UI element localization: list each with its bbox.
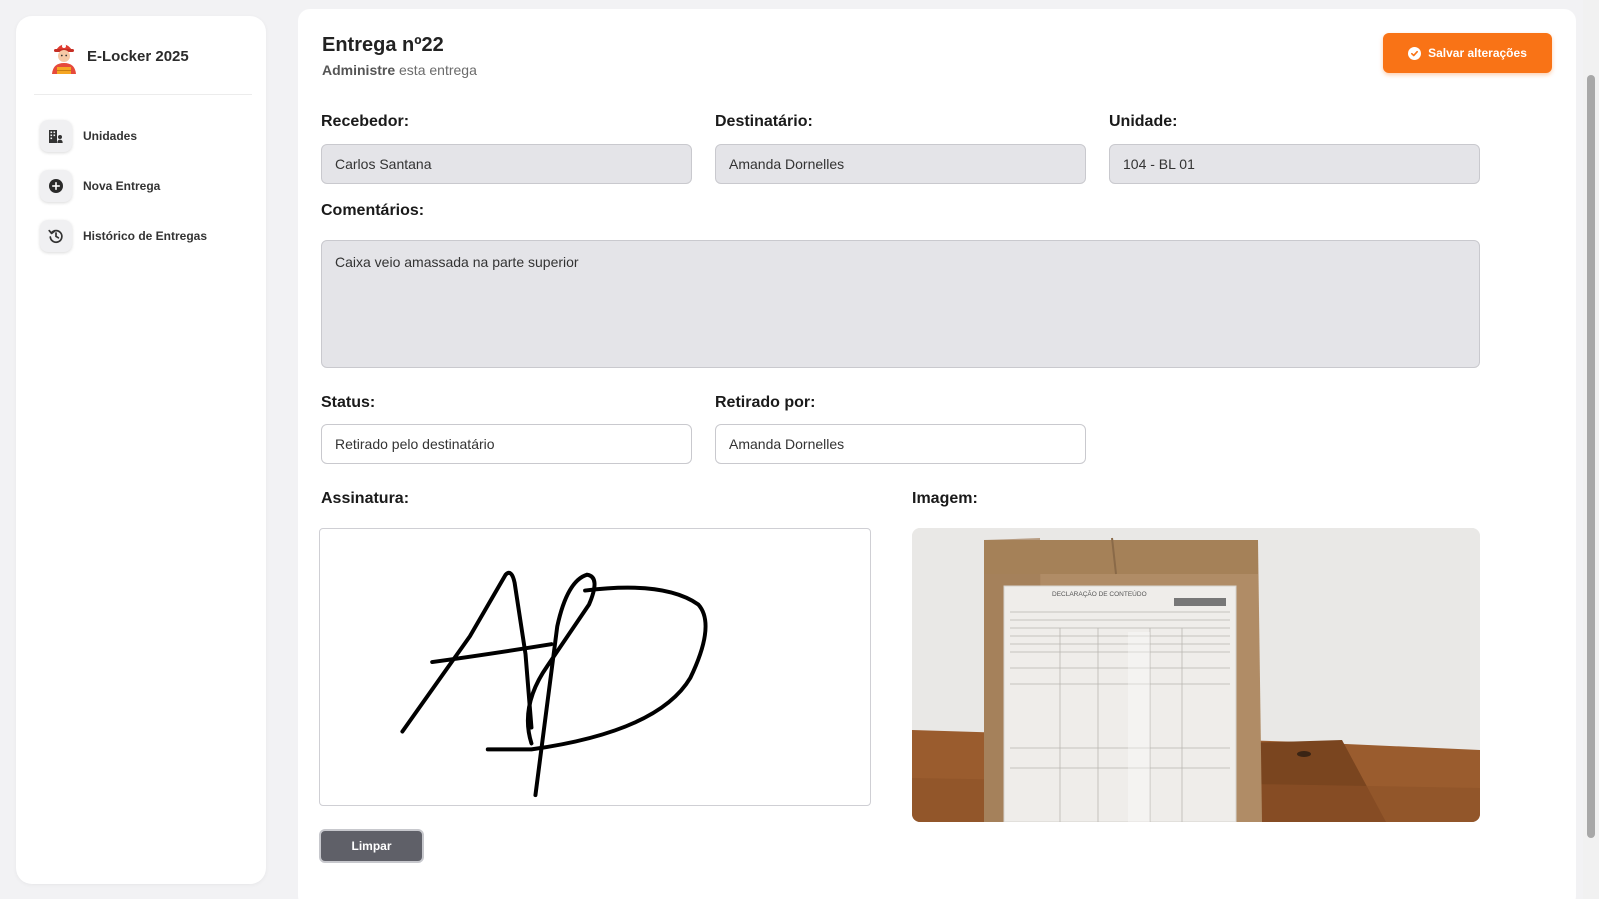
unidade-label: Unidade: [1109,113,1178,130]
package-photo[interactable]: DECLARAÇÃO DE CONTEÚDO [912,528,1480,822]
status-label: Status: [321,394,376,411]
sidebar-item-label: Unidades [83,129,138,143]
assinatura-label: Assinatura: [321,490,410,507]
subtitle-strong: Administre [322,62,396,78]
clear-signature-button[interactable]: Limpar [319,829,424,863]
signature-pad[interactable] [319,528,871,806]
sidebar-item-unidades[interactable]: Unidades [40,119,255,153]
package-photo-image: DECLARAÇÃO DE CONTEÚDO [912,528,1480,822]
comentarios-label: Comentários: [321,202,425,219]
retirado-por-label: Retirado por: [715,394,816,411]
scrollbar-thumb[interactable] [1587,75,1595,838]
comentarios-textarea[interactable]: Caixa veio amassada na parte superior [321,240,1480,368]
sidebar-divider [34,94,252,95]
status-field[interactable]: Retirado pelo destinatário [321,424,692,464]
page-title: Entrega nº22 [322,34,444,56]
delivery-mascot-logo-icon [52,44,76,74]
brand-title: E-Locker 2025 [87,47,189,65]
save-changes-label: Salvar alterações [1428,46,1527,60]
subtitle-text: esta entrega [395,62,477,78]
page-subtitle: Administre esta entrega [322,62,477,78]
brand[interactable]: E-Locker 2025 [48,38,189,74]
check-circle-icon [1408,46,1422,60]
sidebar-nav: Unidades Nova Entrega Histórico de Entre… [40,119,255,269]
unidade-field[interactable]: 104 - BL 01 [1109,144,1480,184]
page-scrollbar[interactable] [1583,0,1599,899]
sidebar: E-Locker 2025 Unidades Nova Entrega Hist… [16,16,266,884]
sidebar-item-label: Nova Entrega [83,179,161,193]
sidebar-item-nova-entrega[interactable]: Nova Entrega [40,169,255,203]
destinatario-field[interactable]: Amanda Dornelles [715,144,1086,184]
history-icon [40,220,72,252]
destinatario-label: Destinatário: [715,113,813,130]
sidebar-item-historico[interactable]: Histórico de Entregas [40,219,255,253]
building-user-icon [40,120,72,152]
recebedor-field[interactable]: Carlos Santana [321,144,692,184]
plus-circle-icon [40,170,72,202]
doc-title-text: DECLARAÇÃO DE CONTEÚDO [1052,589,1147,598]
signature-drawing [400,570,708,798]
sidebar-item-label: Histórico de Entregas [83,229,208,243]
save-changes-button[interactable]: Salvar alterações [1383,33,1552,73]
retirado-por-field[interactable]: Amanda Dornelles [715,424,1086,464]
imagem-label: Imagem: [912,490,978,507]
main-panel: Entrega nº22 Administre esta entrega Sal… [298,9,1576,899]
recebedor-label: Recebedor: [321,113,410,130]
